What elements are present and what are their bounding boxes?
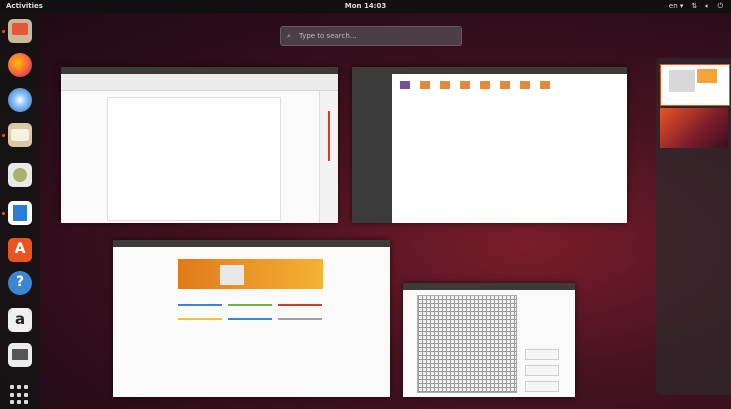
dock: A ? a <box>0 13 40 409</box>
keyboard-layout[interactable]: en ▾ <box>669 0 683 13</box>
window-writer-document[interactable] <box>61 67 338 223</box>
workspace-thumbnail-current[interactable] <box>660 64 730 106</box>
search-input[interactable] <box>299 30 449 42</box>
amazon-icon[interactable]: a <box>8 308 32 332</box>
workspace-switcher <box>656 58 731 395</box>
rhythmbox-icon[interactable] <box>8 123 32 147</box>
show-applications-button[interactable] <box>10 385 30 405</box>
toolbar <box>61 74 338 91</box>
search-icon: ⌕ <box>287 32 291 40</box>
search-box[interactable]: ⌕ <box>280 26 462 46</box>
window-libreoffice-start-center[interactable] <box>113 240 390 397</box>
firefox-icon[interactable] <box>8 53 32 77</box>
sidebar-panel <box>319 91 338 223</box>
window-titlebar <box>113 240 390 247</box>
ubuntu-software-icon[interactable]: A <box>8 238 32 262</box>
volume-icon: 🔈︎ <box>705 2 710 10</box>
dialog-button[interactable] <box>525 381 559 392</box>
window-image-dialog[interactable] <box>403 283 575 397</box>
image-grid <box>417 295 517 393</box>
running-indicator <box>2 30 5 33</box>
dialog-button[interactable] <box>525 349 559 360</box>
start-center-banner <box>178 259 323 289</box>
libreoffice-writer-icon[interactable] <box>8 201 32 225</box>
window-file-manager[interactable] <box>352 67 627 223</box>
start-center-links <box>178 298 323 324</box>
help-icon[interactable]: ? <box>8 271 32 295</box>
dialog-button[interactable] <box>525 365 559 376</box>
files-icon[interactable] <box>8 19 32 43</box>
top-bar: Activities Mon 14:03 en ▾ ⇅ 🔈︎ ⏻ <box>0 0 731 13</box>
files-content <box>392 74 627 223</box>
running-indicator <box>2 212 5 215</box>
window-titlebar <box>61 67 338 74</box>
status-area[interactable]: en ▾ ⇅ 🔈︎ ⏻ <box>669 0 723 13</box>
system-menu-icon[interactable]: ⏻ <box>717 0 723 13</box>
files-sidebar <box>352 74 392 223</box>
window-titlebar <box>403 283 575 290</box>
clock[interactable]: Mon 14:03 <box>0 0 731 13</box>
document-page <box>107 97 281 221</box>
network-icon: ⇅ <box>691 2 698 10</box>
libreoffice-draw-icon[interactable] <box>8 163 32 187</box>
terminal-icon[interactable] <box>8 343 32 367</box>
thunderbird-icon[interactable] <box>8 88 32 112</box>
running-indicator <box>2 134 5 137</box>
workspace-thumbnail-empty[interactable] <box>660 108 728 148</box>
window-titlebar <box>352 67 627 74</box>
